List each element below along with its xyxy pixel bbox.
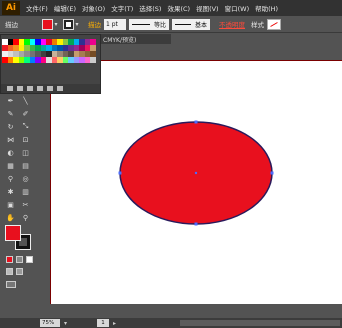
fill-color-swatch[interactable] [42, 18, 53, 30]
chevron-down-icon[interactable]: ▾ [53, 19, 59, 30]
stroke-color-swatch[interactable] [63, 18, 74, 30]
mesh-tool-icon[interactable]: ▦ [6, 161, 15, 170]
stroke-panel-link[interactable]: 描边 [88, 19, 101, 29]
menu-view[interactable]: 视图(V) [196, 3, 219, 13]
color-mode-row [6, 256, 33, 263]
tools-panel: ✒ ╲ ✎ ✐ ↻ ⤡ ⋈ ⊡ ◐ ◫ ▦ ▤ ⚲ ◎ ✱ ▥ ▣ ✂ ✋ ⚲ [3, 94, 37, 299]
menu-effect[interactable]: 效果(C) [167, 3, 190, 13]
stroke-label: 描边 [5, 21, 18, 29]
slice-tool-icon[interactable]: ✂ [21, 200, 30, 209]
color-mode-icon[interactable] [6, 256, 13, 263]
brush-line-icon [175, 23, 192, 25]
draw-normal-icon[interactable] [6, 268, 13, 275]
delete-swatch-icon[interactable] [57, 86, 63, 91]
chevron-right-icon[interactable]: ▸ [113, 320, 116, 327]
screen-mode-row [6, 281, 16, 288]
fill-stroke-widget[interactable] [5, 225, 35, 251]
swatch-options-icon[interactable] [27, 86, 33, 91]
screen-mode-icon[interactable] [6, 281, 16, 288]
free-transform-icon[interactable]: ⊡ [21, 135, 30, 144]
artboard[interactable] [50, 60, 342, 304]
fill-box[interactable] [5, 225, 21, 241]
swatch-grid [2, 39, 96, 63]
control-bar: 描边 ▾ ▾ 描边 1 pt 等比 基本 不透明度 样式 [0, 16, 342, 33]
brush-label: 基本 [195, 21, 208, 29]
draw-mode-row [6, 268, 23, 275]
profile-line-icon [132, 23, 150, 25]
brush-definition[interactable]: 基本 [172, 18, 211, 30]
hand-tool-icon[interactable]: ✋ [6, 213, 15, 222]
gradient-tool-icon[interactable]: ▤ [21, 161, 30, 170]
draw-behind-icon[interactable] [16, 268, 23, 275]
color-swatch[interactable] [90, 57, 96, 63]
scale-tool-icon[interactable]: ⤡ [21, 122, 30, 131]
variable-width-profile[interactable]: 等比 [129, 18, 170, 30]
new-swatch-icon[interactable] [47, 86, 53, 91]
pencil-tool-icon[interactable]: ✎ [6, 109, 15, 118]
pen-tool-icon[interactable]: ✒ [6, 96, 15, 105]
zoom-level-field[interactable]: 75% [40, 319, 60, 327]
none-mode-icon[interactable] [26, 256, 33, 263]
color-group-icon[interactable] [37, 86, 43, 91]
symbol-sprayer-icon[interactable]: ✱ [6, 187, 15, 196]
perspective-tool-icon[interactable]: ◫ [21, 148, 30, 157]
swatch-library-icon[interactable] [7, 86, 13, 91]
document-tab[interactable]: CMYK/预览) [101, 34, 171, 44]
menu-bar: Ai 文件(F) 编辑(E) 对象(O) 文字(T) 选择(S) 效果(C) 视… [0, 0, 342, 16]
menu-edit[interactable]: 编辑(E) [54, 3, 76, 13]
menu-type[interactable]: 文字(T) [111, 3, 133, 13]
zoom-tool-icon[interactable]: ⚲ [21, 213, 30, 222]
profile-label: 等比 [154, 21, 167, 29]
artboard-tool-icon[interactable]: ▣ [6, 200, 15, 209]
horizontal-scrollbar[interactable] [180, 320, 340, 326]
gradient-mode-icon[interactable] [16, 256, 23, 263]
chevron-down-icon[interactable]: ▾ [74, 19, 80, 30]
swatches-panel-footer [1, 84, 100, 93]
swatch-kind-icon[interactable] [17, 86, 23, 91]
menu-select[interactable]: 选择(S) [139, 3, 161, 13]
graph-tool-icon[interactable]: ▥ [21, 187, 30, 196]
rotate-tool-icon[interactable]: ↻ [6, 122, 15, 131]
chevron-down-icon[interactable]: ▾ [64, 320, 67, 327]
eyedropper-icon[interactable]: ⚲ [6, 174, 15, 183]
style-label: 样式 [251, 21, 265, 29]
menu-window[interactable]: 窗口(W) [225, 3, 250, 13]
brush-tool-icon[interactable]: ✐ [21, 109, 30, 118]
menu-help[interactable]: 帮助(H) [255, 3, 278, 13]
width-tool-icon[interactable]: ⋈ [6, 135, 15, 144]
swatches-panel [0, 34, 101, 94]
blend-tool-icon[interactable]: ◎ [21, 174, 30, 183]
shape-builder-icon[interactable]: ◐ [6, 148, 15, 157]
menu-file[interactable]: 文件(F) [26, 3, 48, 13]
graphic-style-swatch[interactable] [267, 18, 282, 30]
opacity-link[interactable]: 不透明度 [219, 19, 245, 29]
artboard-number-field[interactable]: 1 [97, 319, 110, 327]
app-logo: Ai [2, 1, 20, 15]
stroke-weight-field[interactable]: 1 pt [104, 18, 126, 30]
menu-object[interactable]: 对象(O) [82, 3, 105, 13]
line-tool-icon[interactable]: ╲ [21, 96, 30, 105]
